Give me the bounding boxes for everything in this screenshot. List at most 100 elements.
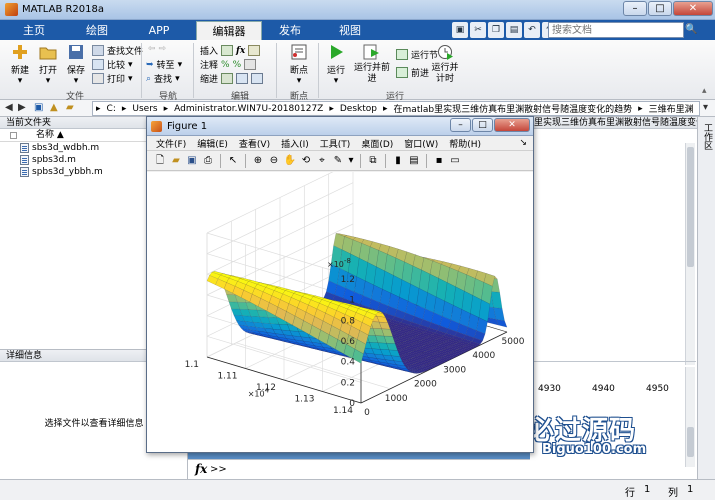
- tab-view[interactable]: 视图: [322, 21, 378, 40]
- zoom-in-icon[interactable]: ⊕: [251, 154, 265, 168]
- maximize-button[interactable]: □: [648, 1, 672, 16]
- z-tick-label: 0.6: [341, 337, 356, 347]
- editor-scrollbar[interactable]: [685, 143, 695, 365]
- browse-icon[interactable]: ▣: [34, 102, 43, 113]
- run-button[interactable]: 运行 ▾: [322, 44, 350, 86]
- folder-path-field[interactable]: ▸ C: ▸ Users ▸ Administrator.WIN7U-2018012…: [92, 101, 700, 116]
- wrap-icon: [244, 59, 257, 70]
- print-button[interactable]: 打印 ▾: [92, 72, 133, 85]
- menu-window[interactable]: 窗口(W): [404, 137, 438, 150]
- menu-tools[interactable]: 工具(T): [320, 137, 351, 150]
- zoom-out-icon[interactable]: ⊖: [267, 154, 281, 168]
- new-figure-icon[interactable]: 🗋: [153, 154, 167, 168]
- save-button[interactable]: 保存 ▾: [62, 44, 90, 86]
- find-files-button[interactable]: 查找文件: [92, 44, 143, 57]
- menu-insert[interactable]: 插入(I): [281, 137, 309, 150]
- search-icon[interactable]: 🔍: [685, 22, 699, 38]
- hide-plot-tools-icon[interactable]: ▪: [432, 154, 446, 168]
- insert-button[interactable]: 插入 fx: [200, 44, 261, 57]
- path-segment[interactable]: Administrator.WIN7U-20180127Z: [171, 104, 326, 114]
- new-button[interactable]: 新建 ▾: [6, 44, 34, 86]
- legend-icon[interactable]: ▤: [407, 154, 421, 168]
- collapse-ribbon-icon[interactable]: ▴: [702, 86, 707, 96]
- matlab-logo-icon: [5, 3, 18, 16]
- brush-icon[interactable]: ✎: [331, 154, 345, 168]
- link-plot-icon[interactable]: ⧉: [366, 154, 380, 168]
- colorbar-icon[interactable]: ▮: [391, 154, 405, 168]
- figure-menu-bar: 文件(F) 编辑(E) 查看(V) 插入(I) 工具(T) 桌面(D) 窗口(W…: [147, 136, 533, 151]
- open-button[interactable]: 打开 ▾: [34, 44, 62, 86]
- run-and-advance-button[interactable]: 运行并前进: [352, 44, 392, 85]
- back-icon: ⇦: [148, 44, 156, 54]
- figure-window: Figure 1 – □ ✕ 文件(F) 编辑(E) 查看(V) 插入(I) 工…: [146, 116, 534, 453]
- menu-desktop[interactable]: 桌面(D): [361, 137, 393, 150]
- brush-dropdown-icon[interactable]: ▾: [347, 154, 355, 168]
- figure-title: Figure 1: [167, 121, 208, 132]
- watermark-english: Biguo100.com: [542, 442, 647, 457]
- surface-plot[interactable]: 00.20.40.60.811.2×10 -81.11.111.121.131.1…: [147, 161, 533, 452]
- print-icon: [92, 73, 104, 84]
- browse-folder-icon[interactable]: ▰: [66, 102, 74, 113]
- edit-plot-icon[interactable]: ↖: [226, 154, 240, 168]
- editor-tab-path[interactable]: 里实现三维仿真布里渊散射信号随温度变化的趋...: [530, 117, 715, 129]
- forward-nav-icon[interactable]: ▶: [18, 102, 26, 113]
- advance-icon: [396, 67, 408, 78]
- pan-icon[interactable]: ✋: [283, 154, 297, 168]
- figure-close-button[interactable]: ✕: [494, 118, 530, 132]
- nav-back-forward[interactable]: ⇦ ⇨: [148, 44, 166, 54]
- goto-button[interactable]: ➥ 转至 ▾: [146, 58, 182, 72]
- tab-home[interactable]: 主页: [6, 21, 62, 40]
- tab-plots[interactable]: 绘图: [66, 21, 128, 40]
- menu-edit[interactable]: 编辑(E): [197, 137, 228, 150]
- cut-icon[interactable]: ✂: [470, 22, 486, 38]
- x-tick-label: 5000: [502, 337, 525, 347]
- tab-publish[interactable]: 发布: [262, 21, 318, 40]
- save-figure-icon[interactable]: ▣: [185, 154, 199, 168]
- tab-editor[interactable]: 编辑器: [196, 21, 262, 40]
- open-file-icon[interactable]: ▰: [169, 154, 183, 168]
- tab-apps[interactable]: APP: [132, 21, 186, 40]
- advance-button[interactable]: 前进: [396, 66, 429, 79]
- path-dropdown-icon[interactable]: ▾: [703, 102, 708, 113]
- path-segment[interactable]: Users: [129, 104, 160, 114]
- path-segment[interactable]: 三维布里渊: [646, 102, 697, 115]
- output-value: 4950: [646, 384, 669, 394]
- rotate-3d-icon[interactable]: ⟲: [299, 154, 313, 168]
- m-file-icon: [20, 143, 29, 153]
- breakpoints-button[interactable]: 断点 ▾: [284, 44, 314, 86]
- undo-icon[interactable]: ↶: [524, 22, 540, 38]
- m-file-icon: [20, 155, 29, 165]
- minimize-button[interactable]: –: [623, 1, 647, 16]
- x-tick-label: 4000: [472, 351, 495, 361]
- indent-button[interactable]: 缩进: [200, 72, 264, 85]
- quick-save-icon[interactable]: ▣: [452, 22, 468, 38]
- menu-view[interactable]: 查看(V): [239, 137, 270, 150]
- path-segment[interactable]: 在matlab里实现三维仿真布里渊散射信号随温度变化的趋势: [391, 102, 636, 115]
- up-folder-icon[interactable]: ▲: [50, 102, 58, 113]
- compare-button[interactable]: 比较 ▾: [92, 58, 133, 71]
- fx-icon[interactable]: fx: [195, 462, 207, 476]
- figure-maximize-button[interactable]: □: [472, 118, 493, 132]
- select-all-checkbox[interactable]: [10, 132, 17, 139]
- plot-area[interactable]: 0 0.2 0.4 0.6 0.8 1 1.2 ×10 -8 1.1 1.11 1.12 1.13 1.1…: [147, 161, 533, 452]
- path-segment[interactable]: C:: [104, 104, 119, 114]
- dock-icon[interactable]: ↘: [519, 138, 527, 148]
- data-cursor-icon[interactable]: ⌖: [315, 154, 329, 168]
- x-tick-label: 0: [364, 408, 370, 418]
- search-docs-input[interactable]: [548, 22, 684, 38]
- close-button[interactable]: ✕: [673, 1, 713, 16]
- menu-help[interactable]: 帮助(H): [449, 137, 481, 150]
- copy-icon[interactable]: ❐: [488, 22, 504, 38]
- find-button[interactable]: ⌕ 查找 ▾: [146, 72, 180, 86]
- menu-file[interactable]: 文件(F): [156, 137, 186, 150]
- insert-icon: [221, 45, 234, 56]
- figure-minimize-button[interactable]: –: [450, 118, 471, 132]
- comment-button[interactable]: 注释%%: [200, 58, 257, 71]
- print-figure-icon[interactable]: ⎙: [201, 154, 215, 168]
- show-plot-tools-icon[interactable]: ▭: [448, 154, 462, 168]
- x-tick-label: 3000: [443, 365, 466, 375]
- run-and-time-button[interactable]: 运行并计时: [430, 44, 460, 85]
- back-nav-icon[interactable]: ◀: [5, 102, 13, 113]
- paste-icon[interactable]: ▤: [506, 22, 522, 38]
- path-segment[interactable]: Desktop: [337, 104, 380, 114]
